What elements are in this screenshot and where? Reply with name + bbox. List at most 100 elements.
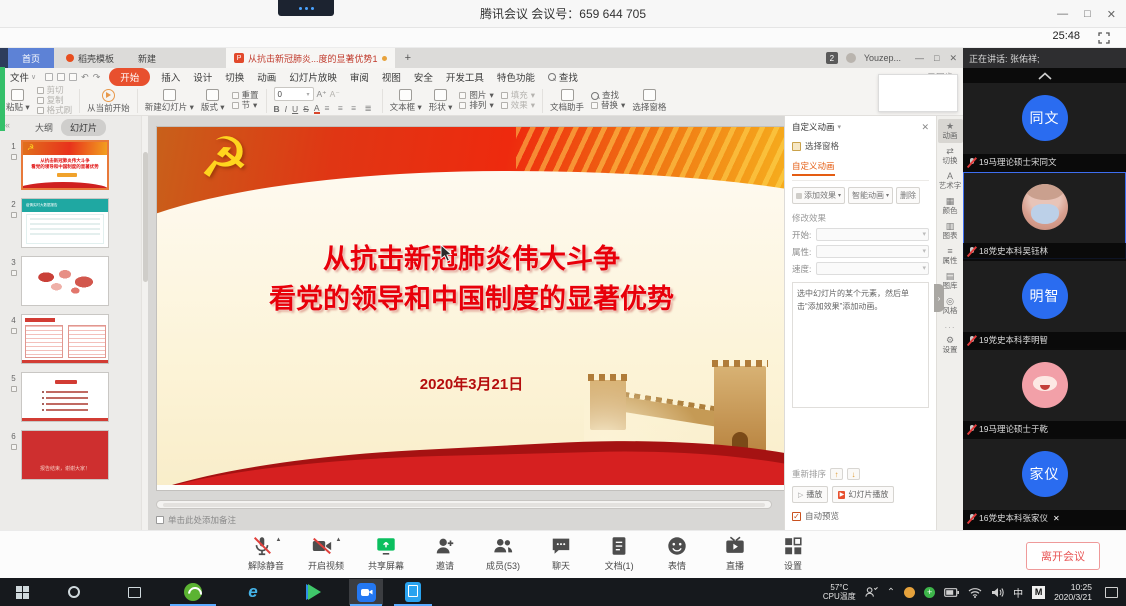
browser-360-button[interactable] [164, 578, 222, 606]
ime-indicator[interactable]: 中 [1013, 585, 1023, 600]
select-pane-link[interactable]: 选择窗格 [792, 140, 929, 152]
members-button[interactable]: 成员(53) [486, 535, 520, 572]
menu-transition[interactable]: 切换 [223, 69, 246, 85]
add-effect-button[interactable]: 添加效果▾ [792, 187, 845, 204]
menu-design[interactable]: 设计 [191, 69, 214, 85]
rail-chart[interactable]: ▥图表 [938, 219, 963, 243]
menu-search[interactable]: 查找 [546, 69, 580, 85]
people-icon[interactable] [865, 586, 878, 598]
slide-thumbnail-3[interactable] [21, 256, 109, 306]
account-avatar[interactable] [846, 53, 856, 63]
menu-security[interactable]: 安全 [412, 69, 435, 85]
new-slide-button[interactable]: 新建幻灯片 ▾ [145, 89, 194, 112]
textbox-button[interactable]: 文本框 ▾ [390, 89, 422, 112]
close-icon[interactable]: ✕ [1053, 514, 1060, 523]
font-color-button[interactable]: A [314, 104, 320, 114]
video-options-caret[interactable]: ▲ [336, 537, 342, 543]
replace-button[interactable]: 替换 ▾ [591, 101, 625, 110]
notes-hint[interactable]: 单击此处添加备注 [156, 514, 236, 526]
rail-color[interactable]: ▦颜色 [938, 194, 963, 218]
task-view-button[interactable] [104, 578, 164, 606]
mic-options-caret[interactable]: ▲ [276, 537, 282, 543]
slide-canvas[interactable]: ☭ 从抗击新冠肺炎伟大斗争 看党的领导和中国制度的显著优势 2020年3月21日 [148, 116, 784, 530]
menu-animation[interactable]: 动画 [255, 69, 278, 85]
delete-animation-button[interactable]: 删除 [896, 187, 920, 204]
select-pane-button[interactable]: 选择窗格 [632, 89, 666, 112]
tray-expand-icon[interactable]: ⌃ [887, 587, 895, 598]
tencent-meeting-button[interactable] [344, 578, 388, 606]
quick-access-toolbar[interactable]: ↶↷ [45, 72, 100, 83]
notification-badge[interactable]: 2 [826, 52, 838, 64]
tab-docer-templates[interactable]: 稻壳模板 [54, 48, 126, 68]
underline-button[interactable]: U [292, 104, 298, 114]
shape-button[interactable]: 形状 ▾ [429, 89, 453, 112]
doc-assistant-button[interactable]: 文档助手 [550, 89, 584, 112]
fill-button[interactable]: 填充 ▾ [501, 91, 535, 100]
speaker-icon[interactable] [991, 587, 1004, 598]
participant-tile[interactable]: 明智 19党史本科李明智 [963, 261, 1126, 348]
menu-file[interactable]: 文件∨ [10, 70, 36, 84]
layout-button[interactable]: 版式 ▾ [201, 89, 225, 112]
participant-tile[interactable]: 19马理论硕士于乾 [963, 350, 1126, 437]
tray-green-icon[interactable]: + [924, 587, 935, 598]
menu-slideshow[interactable]: 幻灯片放映 [287, 69, 339, 85]
menu-review[interactable]: 审阅 [348, 69, 371, 85]
invite-button[interactable]: 邀请 [428, 535, 462, 572]
collapse-videos-button[interactable] [963, 68, 1126, 83]
battery-icon[interactable] [944, 588, 959, 597]
participant-tile[interactable]: 家仪 16党史本科张家仪✕ [963, 439, 1126, 526]
live-button[interactable]: 直播 [718, 535, 752, 572]
rail-more[interactable]: ··· [945, 323, 956, 332]
ime-m-icon[interactable]: M [1032, 586, 1045, 599]
share-screen-button[interactable]: 共享屏幕 [368, 535, 404, 572]
start-select[interactable] [816, 228, 929, 241]
tab-outline[interactable]: 大纲 [35, 121, 53, 134]
slideshow-play-button[interactable]: ▶幻灯片播放 [832, 486, 894, 503]
increase-font-button[interactable]: A⁺ [317, 89, 327, 100]
action-center-icon[interactable] [1105, 587, 1118, 598]
italic-button[interactable]: I [285, 104, 287, 114]
start-button[interactable] [0, 578, 44, 606]
play-from-current-button[interactable]: 从当前开始 [87, 89, 130, 113]
play-animation-button[interactable]: ▷播放 [792, 486, 828, 503]
move-up-button[interactable]: ↑ [830, 468, 843, 480]
wps-maximize-icon[interactable]: □ [934, 53, 939, 64]
current-slide[interactable]: ☭ 从抗击新冠肺炎伟大斗争 看党的领导和中国制度的显著优势 2020年3月21日 [157, 127, 784, 490]
menu-view[interactable]: 视图 [380, 69, 403, 85]
alignment-buttons[interactable]: ≡ ≡ ≡ ≣ [325, 103, 375, 114]
fullscreen-icon[interactable] [1098, 31, 1110, 49]
tab-slides[interactable]: 幻灯片 [61, 119, 106, 136]
smart-animation-button[interactable]: 智能动画▾ [848, 187, 893, 204]
rail-transition[interactable]: ⇄切换 [938, 144, 963, 168]
find-button[interactable]: 查找 [591, 91, 625, 100]
menu-devtools[interactable]: 开发工具 [444, 69, 486, 85]
property-select[interactable] [816, 245, 929, 258]
edge-button[interactable]: e [222, 578, 284, 606]
custom-animation-section[interactable]: 自定义动画 [792, 160, 835, 176]
webcam-preview[interactable] [278, 0, 334, 16]
docs-button[interactable]: 文档(1) [602, 535, 636, 572]
decrease-font-button[interactable]: A⁻ [330, 89, 340, 100]
horizontal-scrollbar[interactable] [156, 500, 772, 509]
wps-minimize-icon[interactable]: — [915, 53, 924, 64]
menu-insert[interactable]: 插入 [159, 69, 182, 85]
phone-app-button[interactable] [388, 578, 438, 606]
slide-thumbnail-2[interactable]: 疫情实时大数据报告 [21, 198, 109, 248]
paste-button[interactable]: 粘贴 ▾ [6, 89, 30, 112]
cut-button[interactable]: 剪切 [37, 86, 73, 95]
tab-wps-home[interactable]: 首页 [8, 48, 54, 68]
menu-home[interactable]: 开始 [109, 68, 150, 86]
participant-tile[interactable]: 同文 19马理论硕士宋同文 [963, 83, 1126, 170]
slide-thumbnail-4[interactable] [21, 314, 109, 364]
participant-tile[interactable]: 18党史本科吴钰林 [963, 172, 1126, 259]
bold-button[interactable]: B [274, 104, 280, 114]
menu-features[interactable]: 特色功能 [495, 69, 537, 85]
rail-properties[interactable]: ≡属性 [938, 244, 963, 268]
reset-button[interactable]: 重置 [232, 91, 259, 100]
wifi-icon[interactable] [968, 587, 982, 598]
tray-app-icon[interactable] [904, 587, 915, 598]
emoji-button[interactable]: 表情 [660, 535, 694, 572]
maximize-icon[interactable]: □ [1084, 8, 1091, 20]
collapse-panel-icon[interactable]: « [5, 120, 10, 130]
arrange-button[interactable]: 排列 ▾ [459, 101, 493, 110]
